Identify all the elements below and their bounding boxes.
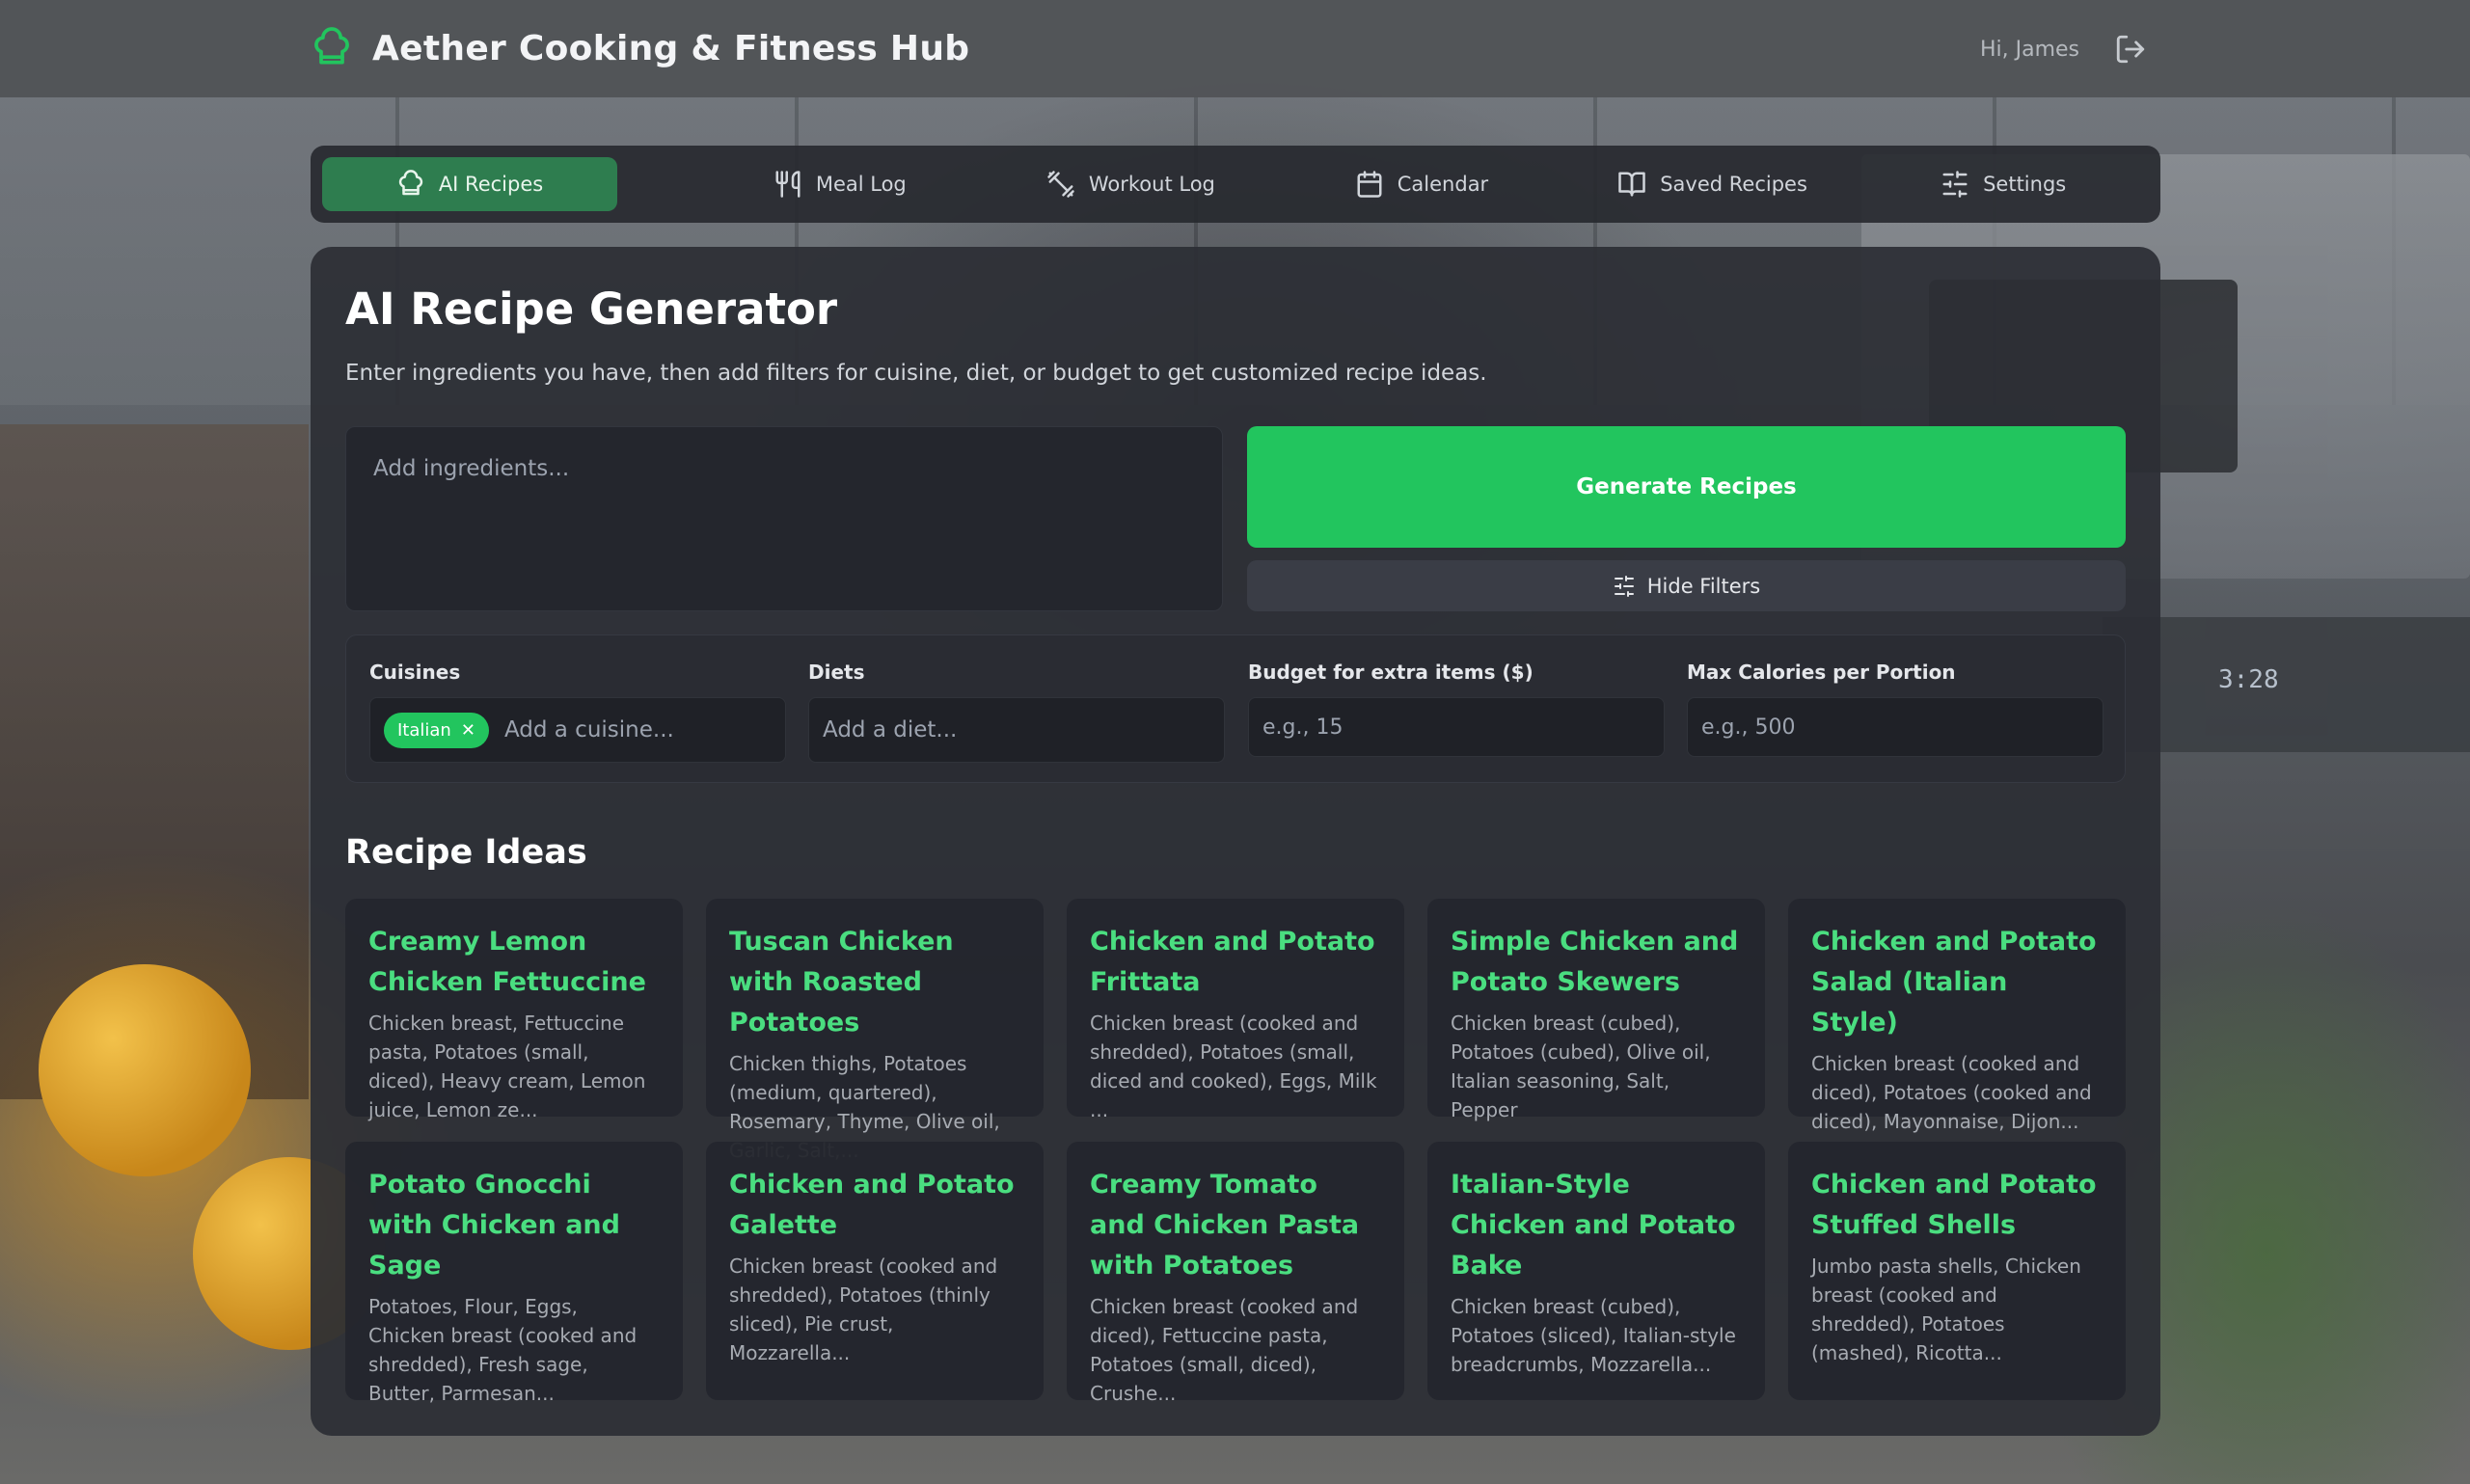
recipe-title: Creamy Tomato and Chicken Pasta with Pot… <box>1090 1170 1360 1281</box>
app-title: Aether Cooking & Fitness Hub <box>372 28 970 68</box>
tab-saved-recipes[interactable]: Saved Recipes <box>1567 157 1859 211</box>
recipe-title: Chicken and Potato Galette <box>729 1170 1015 1240</box>
cuisine-input[interactable]: Italian ✕ Add a cuisine... <box>369 697 786 763</box>
diet-input[interactable]: Add a diet... <box>808 697 1225 763</box>
diet-placeholder: Add a diet... <box>823 717 958 742</box>
recipe-title: Potato Gnocchi with Chicken and Sage <box>368 1170 620 1281</box>
recipe-generator-panel: AI Recipe Generator Enter ingredients yo… <box>311 247 2160 1436</box>
user-area: Hi, James <box>1980 33 2147 66</box>
ingredients-input[interactable]: Add ingredients... <box>345 426 1223 611</box>
budget-filter: Budget for extra items ($) e.g., 15 <box>1248 661 1665 757</box>
recipe-title: Italian-Style Chicken and Potato Bake <box>1451 1170 1736 1281</box>
recipe-card[interactable]: Italian-Style Chicken and Potato Bake Ch… <box>1427 1142 1765 1400</box>
oven-clock: 3:28 <box>2218 665 2279 694</box>
recipe-title: Tuscan Chicken with Roasted Potatoes <box>729 927 954 1038</box>
calories-filter: Max Calories per Portion e.g., 500 <box>1687 661 2104 757</box>
tab-label: Meal Log <box>815 173 907 196</box>
recipe-ingredients: Chicken breast (cooked and diced), Fettu… <box>1090 1295 1359 1405</box>
hide-filters-button[interactable]: Hide Filters <box>1247 560 2126 611</box>
cuisines-filter: Cuisines Italian ✕ Add a cuisine... <box>369 661 786 763</box>
tab-label: Saved Recipes <box>1660 173 1807 196</box>
recipe-ingredients: Chicken breast (cubed), Potatoes (cubed)… <box>1451 1012 1711 1121</box>
recipe-ingredients: Chicken breast (cooked and shredded), Po… <box>729 1255 998 1364</box>
recipe-card[interactable]: Chicken and Potato Salad (Italian Style)… <box>1788 899 2126 1133</box>
top-bar: Aether Cooking & Fitness Hub Hi, James <box>0 0 2470 97</box>
budget-input[interactable]: e.g., 15 <box>1248 697 1665 757</box>
tab-label: Calendar <box>1397 173 1489 196</box>
calories-input[interactable]: e.g., 500 <box>1687 697 2104 757</box>
recipe-ingredients: Chicken breast (cubed), Potatoes (sliced… <box>1451 1295 1736 1376</box>
chef-hat-icon <box>314 27 349 65</box>
tab-settings[interactable]: Settings <box>1858 157 2149 211</box>
recipe-ingredients: Jumbo pasta shells, Chicken breast (cook… <box>1811 1255 2081 1364</box>
recipe-card[interactable]: Chicken and Potato Frittata Chicken brea… <box>1067 899 1404 1121</box>
sliders-icon <box>1942 171 1968 198</box>
recipe-card[interactable]: Chicken and Potato Stuffed Shells Jumbo … <box>1788 1142 2126 1400</box>
tab-workout-log[interactable]: Workout Log <box>986 157 1277 211</box>
recipe-title: Creamy Lemon Chicken Fettuccine <box>368 927 646 997</box>
cuisines-label: Cuisines <box>369 661 461 684</box>
recipe-title: Chicken and Potato Stuffed Shells <box>1811 1170 2097 1240</box>
background-shelf <box>0 424 309 1099</box>
book-icon <box>1618 172 1645 197</box>
cuisine-placeholder: Add a cuisine... <box>503 717 674 742</box>
tab-label: AI Recipes <box>438 173 544 196</box>
brand: Aether Cooking & Fitness Hub <box>311 27 969 69</box>
recipe-ingredients: Chicken breast, Fettuccine pasta, Potato… <box>368 1012 646 1121</box>
main-nav: AI Recipes Meal Log Workout Log Calendar… <box>311 146 2160 223</box>
generate-recipes-button[interactable]: Generate Recipes <box>1247 426 2126 548</box>
recipe-card[interactable]: Chicken and Potato Galette Chicken breas… <box>706 1142 1044 1400</box>
diets-label: Diets <box>808 661 865 684</box>
recipe-title: Simple Chicken and Potato Skewers <box>1451 927 1739 997</box>
recipe-ingredients: Chicken breast (cooked and shredded), Po… <box>1090 1012 1377 1121</box>
filters-panel: Cuisines Italian ✕ Add a cuisine... Diet… <box>345 634 2126 783</box>
recipe-card[interactable]: Simple Chicken and Potato Skewers Chicke… <box>1427 899 1765 1121</box>
sliders-icon <box>1614 575 1634 597</box>
recipe-ingredients: Chicken breast (cooked and diced), Potat… <box>1811 1052 2092 1133</box>
chip-label: Italian <box>397 719 451 741</box>
recipe-ingredients: Potatoes, Flour, Eggs, Chicken breast (c… <box>368 1295 638 1405</box>
background-lemon <box>39 964 251 1176</box>
utensils-icon <box>775 171 801 198</box>
user-greeting: Hi, James <box>1979 37 2079 62</box>
tab-label: Workout Log <box>1088 173 1215 196</box>
page-title: AI Recipe Generator <box>345 283 838 335</box>
close-icon[interactable]: ✕ <box>461 720 475 741</box>
recipe-card[interactable]: Creamy Lemon Chicken Fettuccine Chicken … <box>345 899 683 1121</box>
recipe-ideas-title: Recipe Ideas <box>345 833 587 872</box>
recipe-card[interactable]: Creamy Tomato and Chicken Pasta with Pot… <box>1067 1142 1404 1405</box>
recipe-title: Chicken and Potato Salad (Italian Style) <box>1811 927 2097 1038</box>
hide-filters-label: Hide Filters <box>1646 574 1761 598</box>
cuisine-chip[interactable]: Italian ✕ <box>384 712 489 748</box>
tab-meal-log[interactable]: Meal Log <box>694 157 986 211</box>
recipe-card[interactable]: Tuscan Chicken with Roasted Potatoes Chi… <box>706 899 1044 1162</box>
calories-label: Max Calories per Portion <box>1687 661 1956 684</box>
tab-calendar[interactable]: Calendar <box>1276 157 1567 211</box>
recipe-card[interactable]: Potato Gnocchi with Chicken and Sage Pot… <box>345 1142 683 1405</box>
calories-placeholder: e.g., 500 <box>1701 715 1796 740</box>
chef-hat-icon <box>398 170 422 196</box>
recipe-title: Chicken and Potato Frittata <box>1090 927 1375 997</box>
budget-placeholder: e.g., 15 <box>1262 715 1344 740</box>
budget-label: Budget for extra items ($) <box>1248 661 1534 684</box>
diets-filter: Diets Add a diet... <box>808 661 1225 763</box>
logout-icon[interactable] <box>2114 33 2147 66</box>
calendar-icon <box>1357 171 1382 198</box>
dumbbell-icon <box>1047 171 1074 198</box>
page-subtitle: Enter ingredients you have, then add fil… <box>345 361 1487 386</box>
tab-ai-recipes[interactable]: AI Recipes <box>322 157 617 211</box>
tab-label: Settings <box>1983 173 2067 196</box>
ingredients-placeholder: Add ingredients... <box>373 456 570 481</box>
